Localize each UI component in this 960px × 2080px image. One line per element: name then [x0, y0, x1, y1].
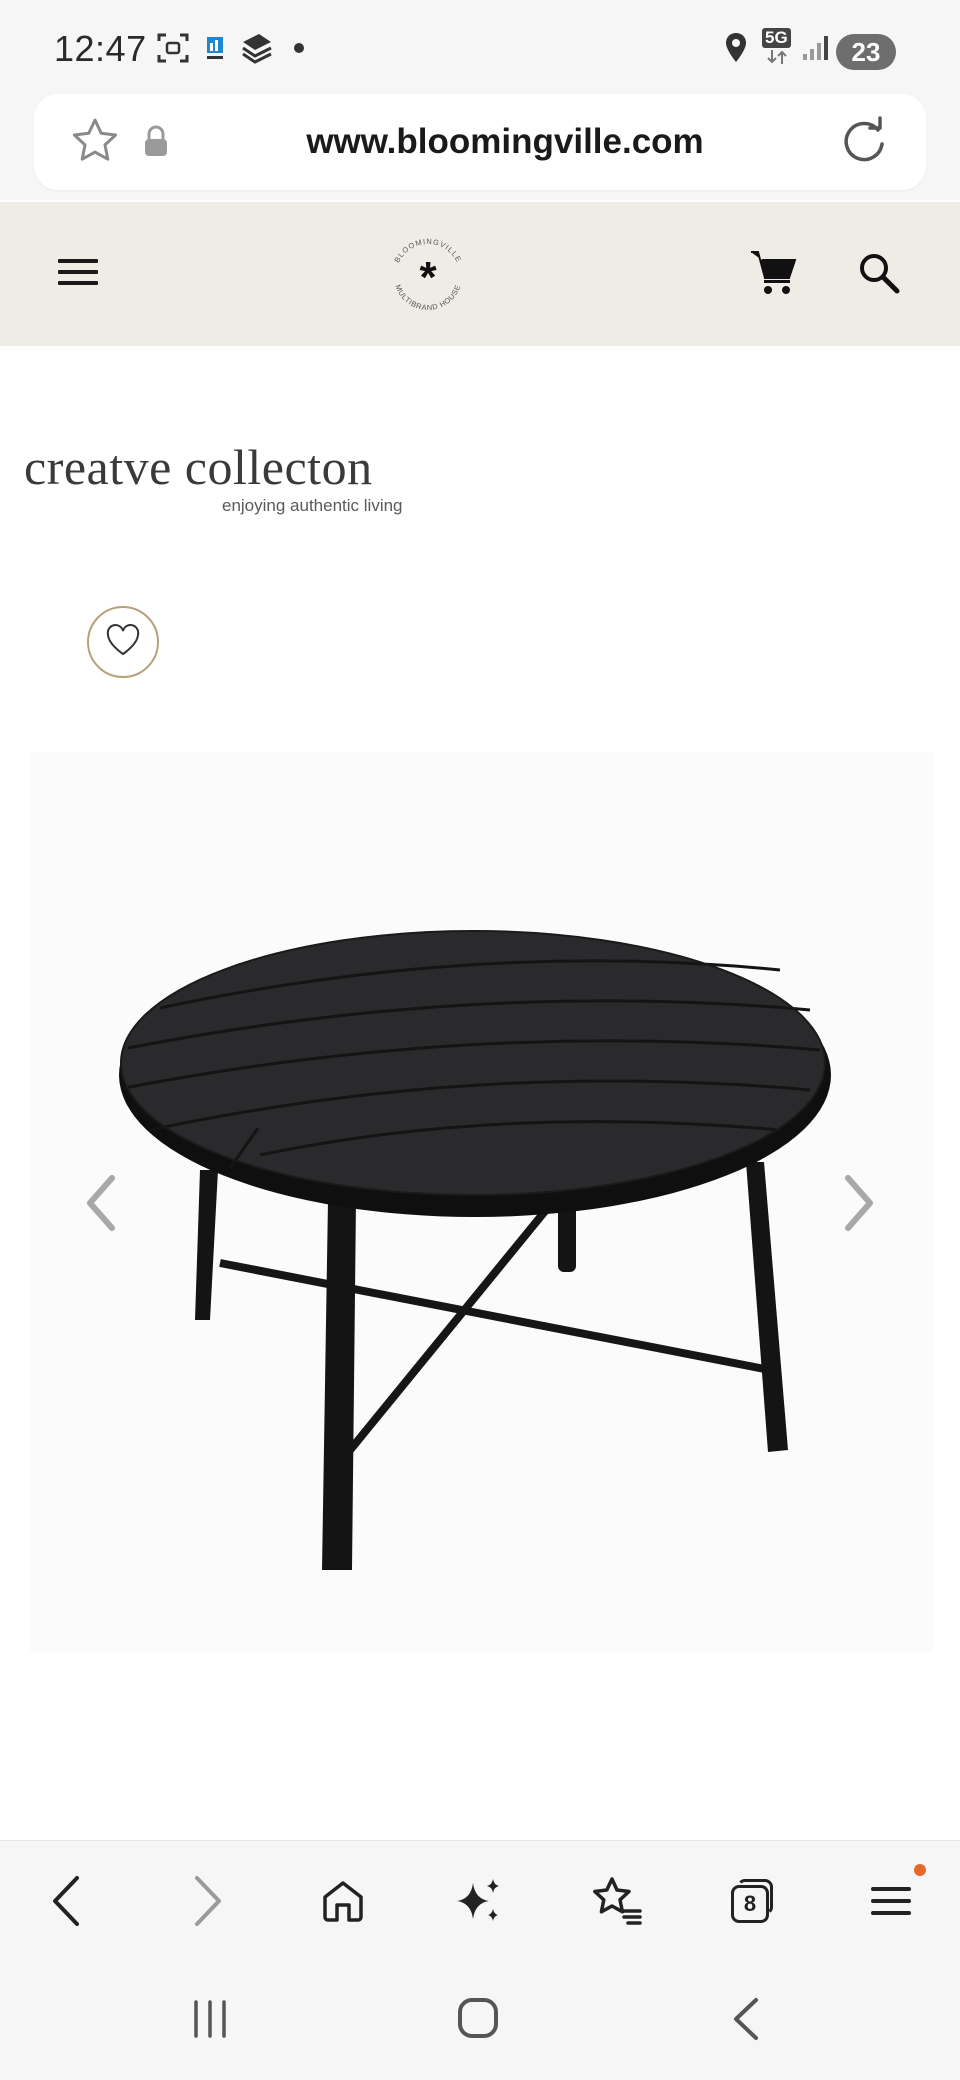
recents-icon[interactable] — [190, 1998, 230, 2040]
home-icon[interactable] — [456, 1996, 500, 2040]
network-5g-icon: 5G — [760, 28, 794, 66]
status-time: 12:47 — [54, 28, 147, 69]
layers-icon — [238, 30, 274, 66]
brand-logo[interactable]: creatve collecton enjoying authentic liv… — [24, 442, 444, 516]
site-header — [0, 202, 960, 346]
menu-icon[interactable] — [58, 252, 98, 292]
bookmarks-icon[interactable] — [582, 1866, 652, 1936]
sparkle-icon[interactable] — [444, 1866, 514, 1936]
reload-icon[interactable] — [838, 114, 892, 168]
logo-symbol: * — [419, 253, 437, 302]
home-icon[interactable] — [308, 1866, 378, 1936]
site-logo[interactable]: BLOOMINGVILLE MULTIBRAND HOUSE * — [382, 230, 474, 322]
chevron-left-icon[interactable] — [80, 1172, 124, 1234]
search-icon[interactable] — [856, 250, 902, 296]
heart-icon — [105, 623, 141, 661]
battery-icon: 23 — [836, 34, 896, 70]
dot-icon — [292, 30, 306, 66]
brand-title: creatve collecton — [24, 439, 373, 495]
status-bar: 12:47 5G 23 — [0, 0, 960, 96]
lock-icon — [142, 124, 170, 158]
back-icon[interactable] — [32, 1866, 102, 1936]
screenshot-icon — [156, 30, 190, 66]
tabs-count: 8 — [743, 1891, 757, 1916]
back-icon[interactable] — [728, 1996, 764, 2042]
cart-icon[interactable] — [748, 246, 800, 298]
brand-subtitle: enjoying authentic living — [222, 496, 403, 515]
app-notification-icon — [204, 30, 226, 66]
signal-icon — [800, 30, 830, 66]
notification-dot — [914, 1864, 926, 1876]
location-icon — [722, 30, 750, 66]
wishlist-button[interactable] — [87, 606, 159, 678]
star-icon[interactable] — [70, 116, 120, 166]
network-label: 5G — [762, 28, 791, 48]
chevron-right-icon[interactable] — [836, 1172, 880, 1234]
tabs-icon[interactable]: 8 — [718, 1866, 788, 1936]
url-text[interactable]: www.bloomingville.com — [200, 122, 810, 162]
menu-icon[interactable] — [856, 1866, 926, 1936]
forward-icon[interactable] — [172, 1866, 242, 1936]
product-image — [80, 880, 880, 1580]
